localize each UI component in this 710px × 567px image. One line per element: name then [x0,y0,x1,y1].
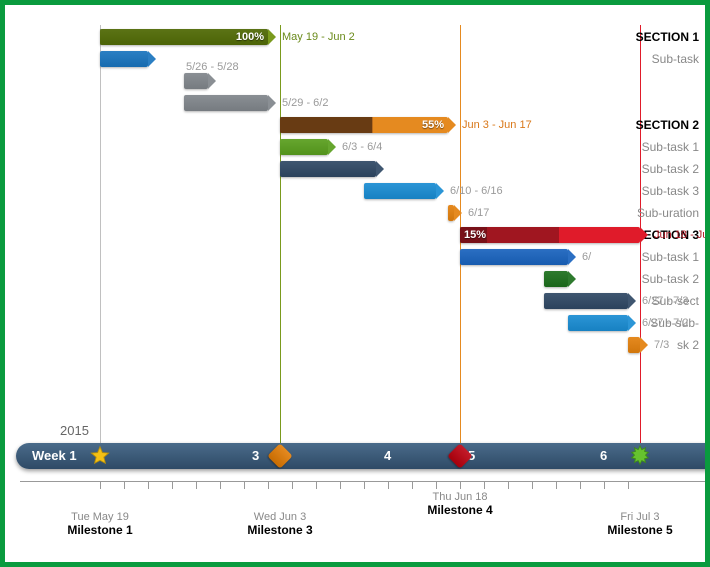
task-bar [364,183,436,199]
task-bar [100,51,148,67]
section-bar: 55% [280,117,448,133]
bar-date-label: May 19 - Jun 2 [282,27,355,47]
task-bar [628,337,640,353]
tick [556,481,557,489]
task-bar [568,315,628,331]
tick [628,481,629,489]
week-label: Week 1 [32,443,77,469]
task-row: sk 27/3 [5,335,705,355]
task-row: Sub-sub-6/27 - 7/2 [5,313,705,333]
tick [220,481,221,489]
task-row: Sub-task 36/10 - 6/16 [5,181,705,201]
section-label: SECTION 1 [608,27,705,47]
year-label: 2015 [60,423,89,438]
tick [124,481,125,489]
milestone-date: Thu Jun 18 [427,491,492,503]
task-row: Sub-task [5,49,705,69]
bar-date-label: 6/27 - 7/3 [642,291,688,311]
task-row: 5/26 - 5/28 [5,71,705,91]
task-bar [544,293,628,309]
section-row: SECTION 1 100% May 19 - Jun 2 [5,27,705,47]
tick [316,481,317,489]
task-row: Sub-task 16/ [5,247,705,267]
week-label: 4 [384,443,391,469]
milestone-label: Tue May 19Milestone 1 [67,511,132,537]
task-bar [280,161,376,177]
task-bar [184,95,268,111]
milestone-date: Tue May 19 [67,511,132,523]
milestone-date: Wed Jun 3 [247,511,312,523]
milestone-star-icon [89,445,111,467]
progress-percent: 15% [464,227,636,243]
task-bar [280,139,328,155]
bar-date-label: 6/27 - 7/2 [642,313,688,333]
section-bar: 15% [460,227,640,243]
progress-percent: 55% [422,117,444,133]
bar-date-label: 5/29 - 6/2 [282,93,328,113]
tick [580,481,581,489]
bar-date-label: 6/ [582,247,591,267]
bar-date-label: Jun 18 - Jul 3 [654,225,710,245]
tick [196,481,197,489]
milestone-name: Milestone 1 [67,523,132,537]
milestone-name: Milestone 3 [247,523,312,537]
tick [364,481,365,489]
task-label: sk 2 [80,335,705,355]
task-bar [448,205,454,221]
tick [436,481,437,489]
milestone-label: Thu Jun 18Milestone 4 [427,491,492,517]
tick [292,481,293,489]
bar-date-label: 6/10 - 6/16 [450,181,503,201]
gantt-chart: SECTION 1100%May 19 - Jun 2Sub-task5/26 … [5,5,705,562]
task-row: Sub-task 2 [5,159,705,179]
task-row: Sub-task 1 6/3 - 6/4 [5,137,705,157]
tick [508,481,509,489]
week-label: 6 [600,443,607,469]
tick [532,481,533,489]
section-bar: 100% [100,29,268,45]
week-label: 3 [252,443,259,469]
tick [100,481,101,489]
tick [460,481,461,489]
gantt-chart-frame: SECTION 1100%May 19 - Jun 2Sub-task5/26 … [0,0,710,567]
task-label: Sub-task 2 [428,159,705,179]
bar-date-label: 7/3 [654,335,669,355]
tick [340,481,341,489]
milestone-label: Fri Jul 3Milestone 5 [607,511,672,537]
tick [484,481,485,489]
tick [412,481,413,489]
milestone-label: Wed Jun 3Milestone 3 [247,511,312,537]
tick [268,481,269,489]
progress-percent: 100% [236,29,264,45]
bar-date-label: Jun 3 - Jun 17 [462,115,532,135]
tick [388,481,389,489]
task-label: Sub-task 2 [164,269,705,289]
tick [604,481,605,489]
task-label: Sub-task [608,49,705,69]
tick [148,481,149,489]
task-row: 5/29 - 6/2 [5,93,705,113]
section-row: SECTION 255%Jun 3 - Jun 17 [5,115,705,135]
bar-date-label: 6/17 [468,203,489,223]
bar-date-label: 5/26 - 5/28 [186,57,239,77]
timeline-bar: Week 13456 [16,443,710,469]
task-row: Sub-task 2 [5,269,705,289]
milestone-name: Milestone 4 [427,503,492,517]
task-bar [460,249,568,265]
milestone-name: Milestone 5 [607,523,672,537]
section-row: SECTION 315%Jun 18 - Jul 3 [5,225,705,245]
bar-date-label: 6/3 - 6/4 [342,137,382,157]
tick [244,481,245,489]
task-row: Sub-uration6/17 [5,203,705,223]
tick [172,481,173,489]
milestone-burst-icon [629,445,651,467]
task-label: Sub-task 1 [428,137,705,157]
task-row: Sub-sect6/27 - 7/3 [5,291,705,311]
milestone-date: Fri Jul 3 [607,511,672,523]
task-bar [544,271,568,287]
